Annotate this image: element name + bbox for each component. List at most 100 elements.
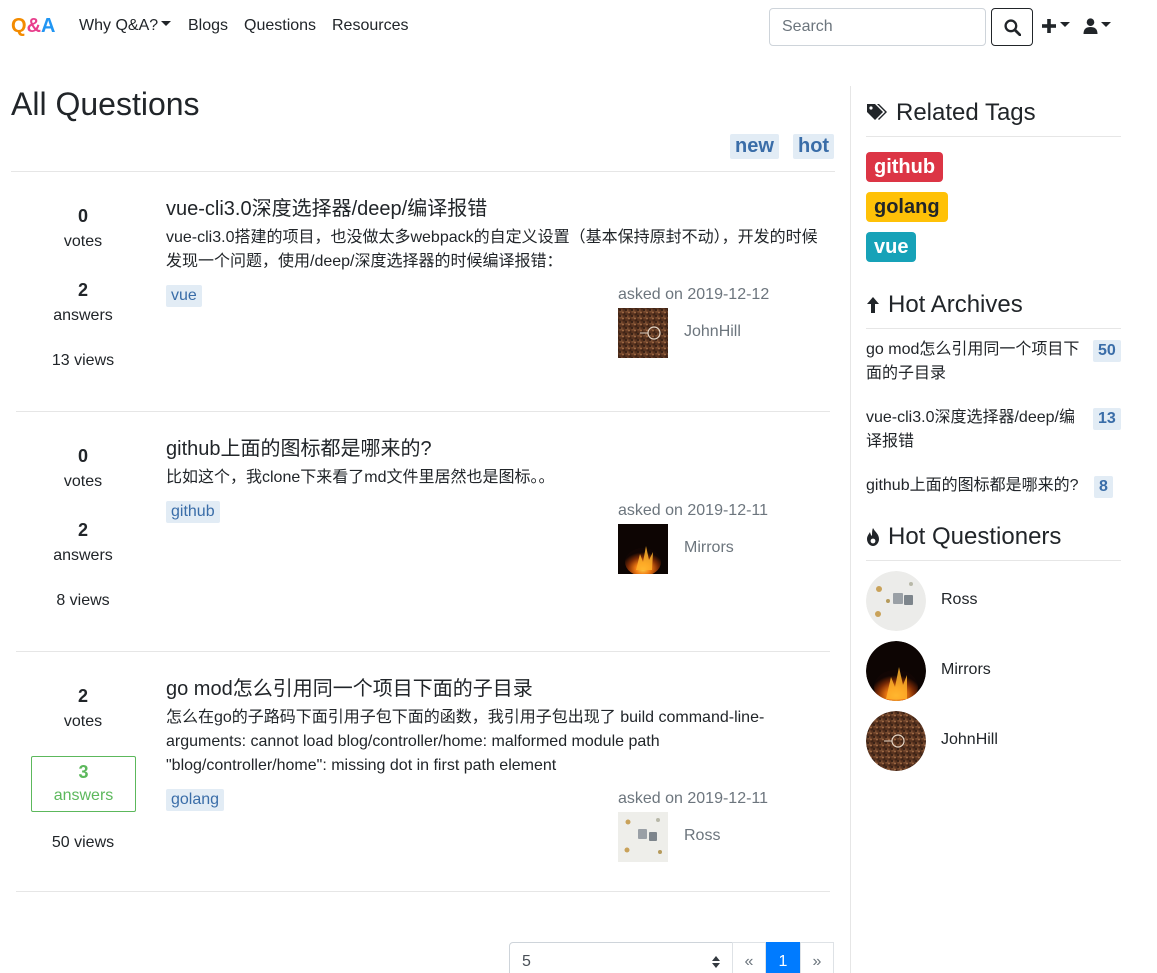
divider [866, 560, 1121, 561]
hot-questioners-title: Hot Questioners [888, 523, 1062, 550]
related-tags-title: Related Tags [896, 99, 1036, 126]
view-count: 50 views [51, 834, 115, 851]
page-title: All Questions [11, 86, 200, 122]
tab-hot[interactable]: hot [793, 134, 835, 159]
vote-stat: 2 votes [15, 686, 151, 731]
brand-a: A [41, 15, 56, 37]
brand-q: Q [11, 15, 27, 37]
archive-count: 13 [1093, 408, 1121, 430]
question-excerpt: vue-cli3.0搭建的项目，也没做太多webpack的自定义设置（基本保持原… [166, 229, 818, 270]
question-tag[interactable]: golang [166, 789, 225, 811]
questioner-name[interactable]: Ross [941, 591, 977, 609]
tag-github[interactable]: github [866, 152, 944, 182]
caret-down-icon [161, 21, 172, 27]
archive-count: 8 [1094, 476, 1113, 498]
divider [11, 171, 835, 172]
question-excerpt: 比如这个，我clone下来看了md文件里居然也是图标。。 [166, 469, 555, 486]
author-avatar[interactable] [618, 812, 668, 862]
divider [16, 651, 830, 652]
questioner-name[interactable]: JohnHill [941, 731, 998, 749]
answer-label: answers [53, 787, 114, 804]
search-button[interactable] [991, 8, 1033, 46]
vote-count: 2 [77, 686, 88, 706]
nav-blogs[interactable]: Blogs [188, 17, 228, 35]
divider [866, 328, 1121, 329]
view-count: 8 views [56, 592, 110, 609]
archive-item-title[interactable]: go mod怎么引用同一个项目下面的子目录 [866, 338, 1086, 386]
asked-date: asked on 2019-12-12 [618, 286, 770, 303]
asked-date: asked on 2019-12-11 [618, 790, 769, 807]
questioner-name[interactable]: Mirrors [941, 661, 991, 679]
questioner-avatar[interactable] [866, 641, 926, 701]
view-count: 13 views [51, 352, 115, 369]
questioner-avatar[interactable] [866, 571, 926, 631]
arrow-up-icon [867, 297, 879, 313]
navbar: Q&A Why Q&A? Blogs Questions Resources [0, 0, 1157, 54]
question-title[interactable]: go mod怎么引用同一个项目下面的子目录 [166, 672, 533, 701]
archive-item-title[interactable]: github上面的图标都是哪来的? [866, 474, 1096, 498]
caret-down-icon [1101, 21, 1111, 27]
vote-count: 0 [77, 206, 88, 226]
sidebar-divider [850, 86, 851, 973]
question-excerpt: 怎么在go的子路码下面引用子包下面的函数，我引用子包出现了 build comm… [166, 709, 765, 774]
user-menu-button[interactable] [1083, 14, 1111, 38]
vote-stat: 0 votes [15, 446, 151, 491]
tag-golang[interactable]: golang [866, 192, 948, 222]
question-title[interactable]: vue-cli3.0深度选择器/deep/编译报错 [166, 192, 487, 221]
page-size-value: 5 [522, 953, 531, 970]
question-tag[interactable]: github [166, 501, 220, 523]
vote-label: votes [63, 473, 103, 490]
chevron-updown-icon [712, 956, 720, 968]
hot-archives-title: Hot Archives [888, 291, 1023, 318]
archive-count: 50 [1093, 340, 1121, 362]
answer-count: 2 [77, 280, 88, 300]
question-title[interactable]: github上面的图标都是哪来的? [166, 432, 432, 461]
author-avatar[interactable] [618, 524, 668, 574]
vote-count: 0 [77, 446, 88, 466]
pagination-prev[interactable]: « [732, 942, 766, 973]
question-tag[interactable]: vue [166, 285, 202, 307]
nav-resources[interactable]: Resources [332, 17, 408, 35]
create-menu-button[interactable] [1041, 14, 1070, 38]
user-icon [1083, 18, 1098, 34]
questioner-avatar[interactable] [866, 711, 926, 771]
hot-archives-heading: Hot Archives [866, 291, 1023, 319]
answer-count: 3 [78, 762, 89, 782]
nav-why-qa[interactable]: Why Q&A? [79, 17, 172, 35]
divider [866, 136, 1121, 137]
author-name[interactable]: Ross [684, 827, 720, 845]
archive-item-title[interactable]: vue-cli3.0深度选择器/deep/编译报错 [866, 406, 1086, 454]
tab-new[interactable]: new [730, 134, 779, 159]
brand-amp: & [26, 15, 42, 37]
plus-icon [1042, 19, 1056, 33]
hot-questioners-heading: Hot Questioners [866, 523, 1061, 551]
fire-icon [867, 528, 879, 546]
search-icon [1003, 18, 1021, 36]
page-size-select[interactable]: 5 [509, 942, 733, 973]
answer-label: answers [53, 307, 113, 324]
related-tags-heading: Related Tags [866, 99, 1036, 127]
divider [16, 891, 830, 892]
answer-stat-accepted: 3 answers [31, 756, 136, 812]
search-input[interactable] [769, 8, 986, 46]
nav-why-label: Why Q&A? [79, 17, 159, 34]
tags-icon [867, 104, 887, 120]
author-name[interactable]: Mirrors [684, 539, 734, 557]
brand-logo[interactable]: Q&A [11, 15, 55, 38]
vote-stat: 0 votes [15, 206, 151, 251]
pagination-page-1[interactable]: 1 [766, 942, 800, 973]
vote-label: votes [63, 713, 103, 730]
answer-count: 2 [77, 520, 88, 540]
vote-label: votes [63, 233, 103, 250]
pagination-next[interactable]: » [800, 942, 834, 973]
caret-down-icon [1060, 21, 1070, 27]
asked-date: asked on 2019-12-11 [618, 502, 769, 519]
author-avatar[interactable] [618, 308, 668, 358]
divider [16, 411, 830, 412]
author-name[interactable]: JohnHill [684, 323, 741, 341]
answer-label: answers [53, 547, 113, 564]
answer-stat: 2 answers [15, 280, 151, 325]
nav-questions[interactable]: Questions [244, 17, 316, 35]
answer-stat: 2 answers [15, 520, 151, 565]
tag-vue[interactable]: vue [866, 232, 917, 262]
